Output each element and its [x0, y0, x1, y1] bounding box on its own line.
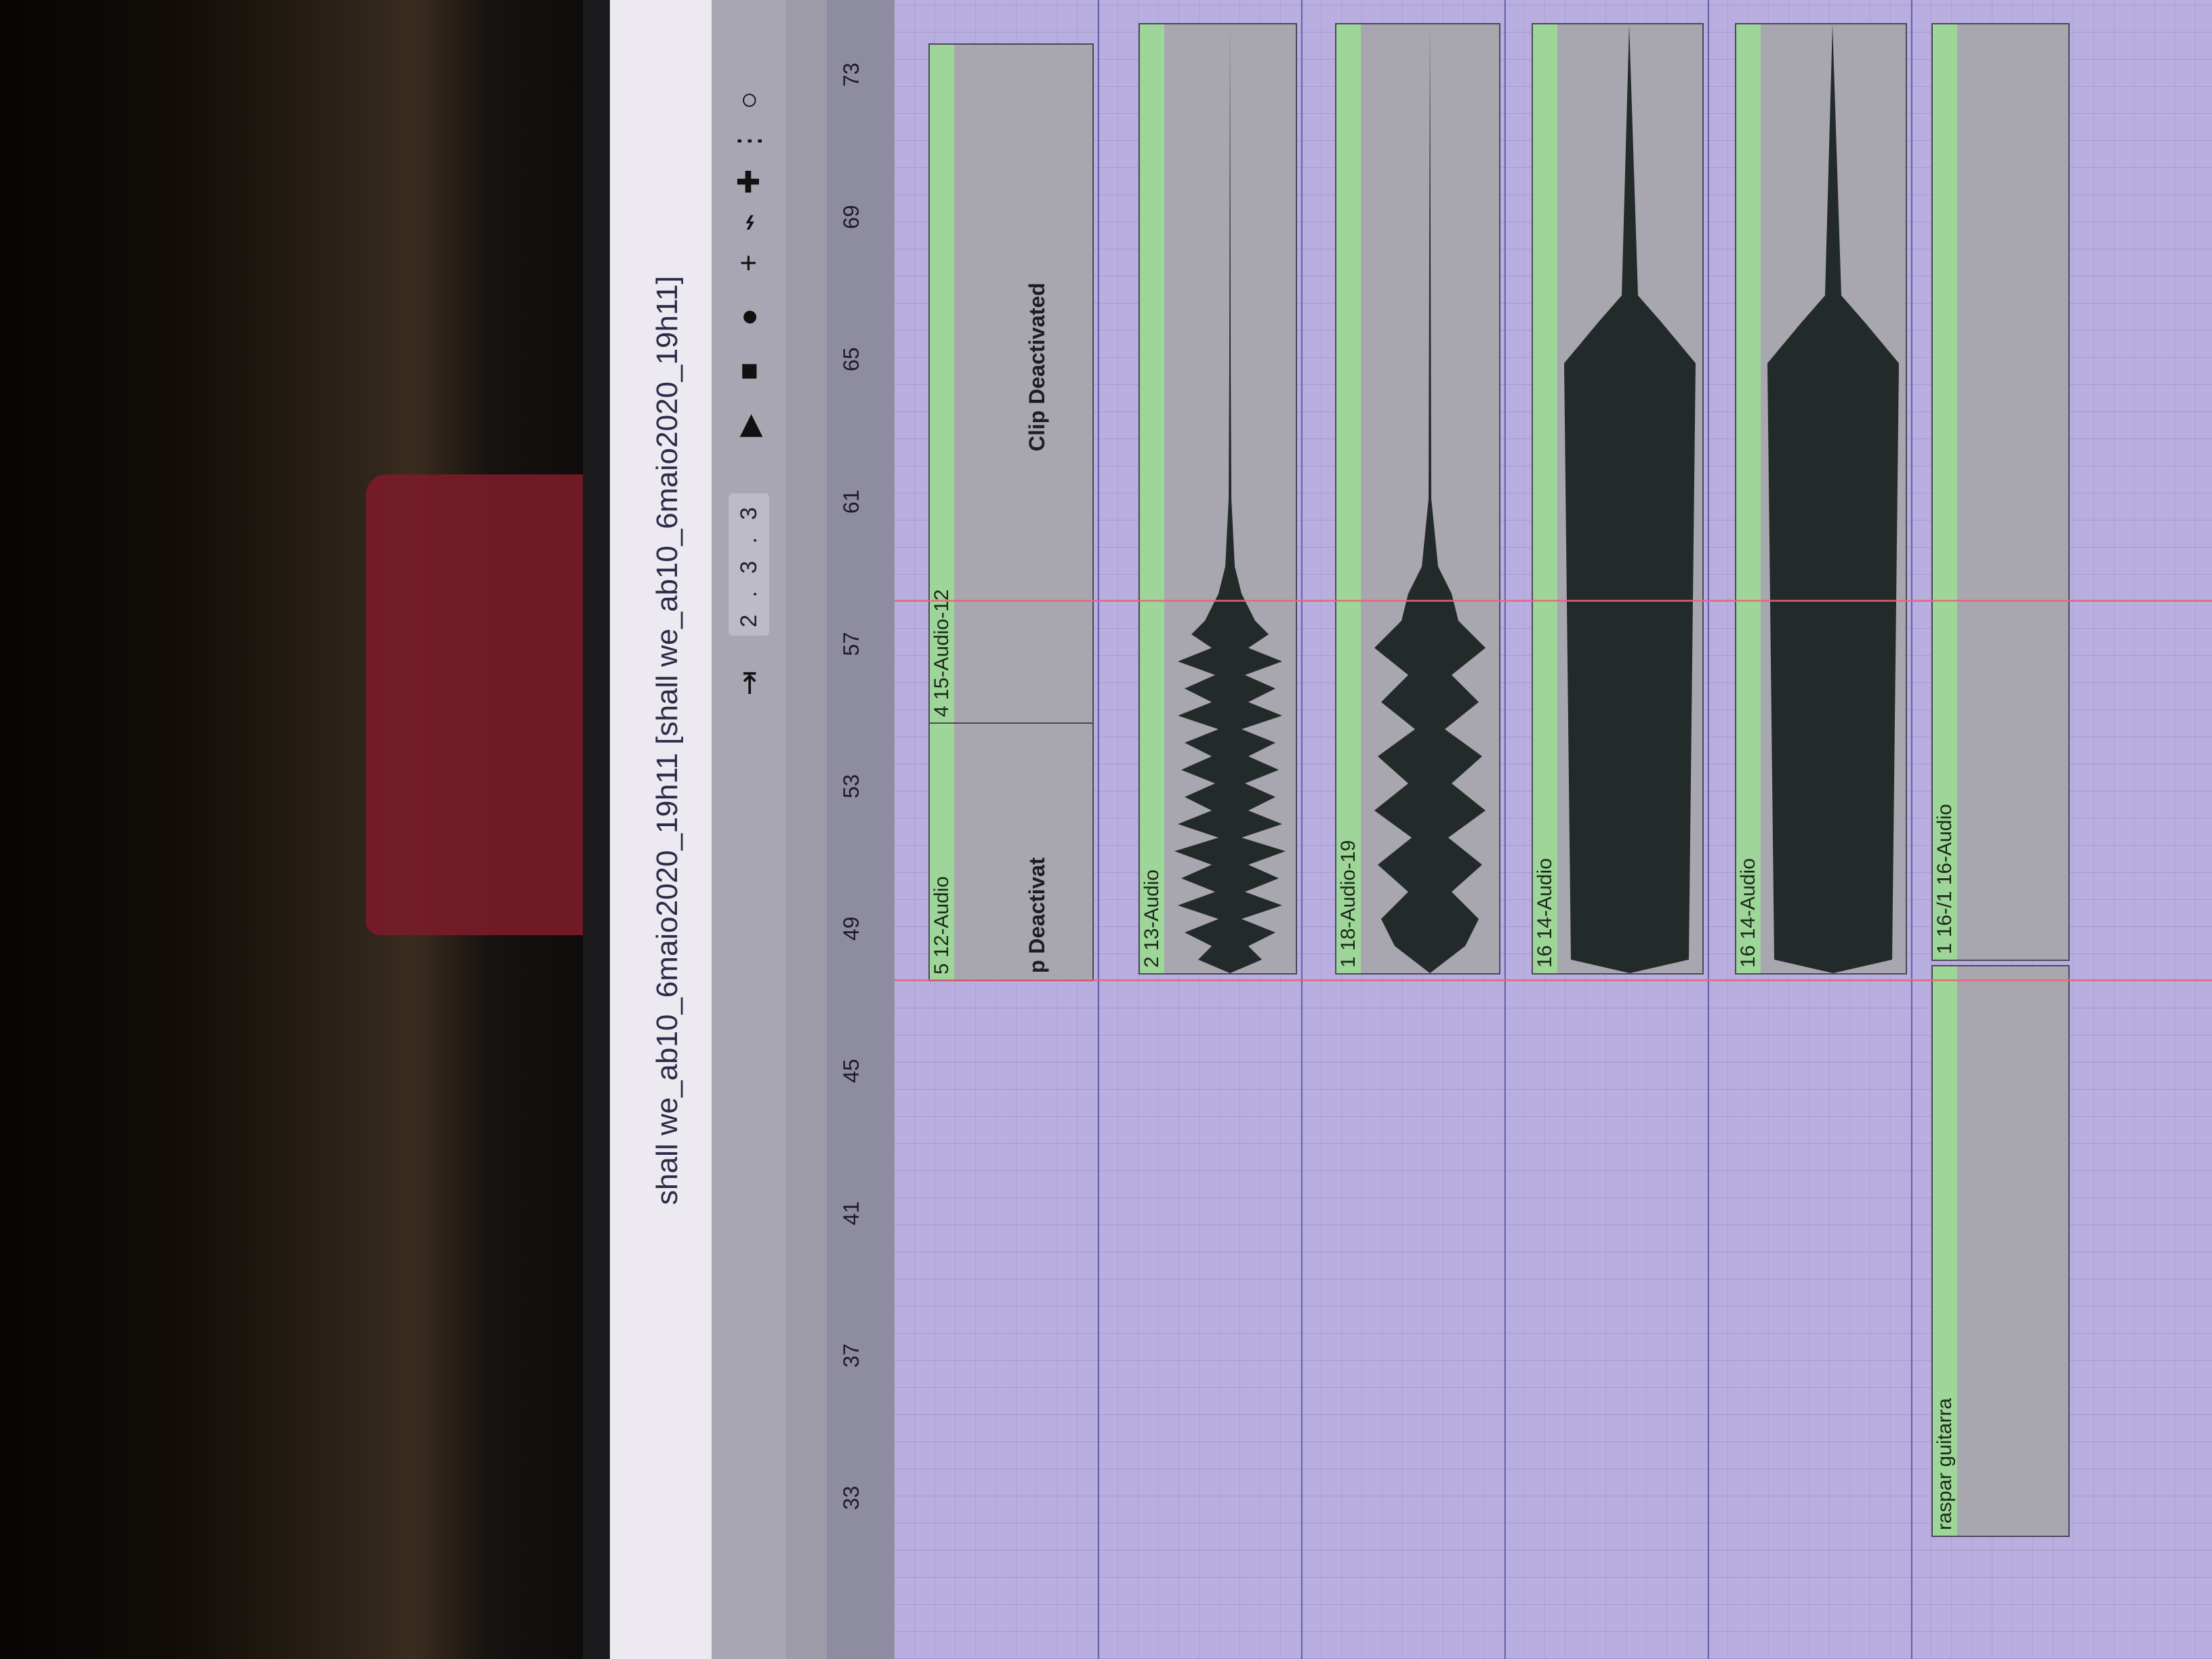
clip-label: raspar guitarra	[1933, 1397, 1956, 1530]
clip-13-audio[interactable]: 2 13-Audio	[1139, 23, 1297, 975]
clip-16-audio[interactable]: 1 16-/1 16-Audio	[1931, 23, 2070, 961]
clip-label: 1 16-/1 16-Audio	[1933, 804, 1956, 954]
clip-14-audio[interactable]: 16 14-Audio	[1735, 23, 1907, 975]
bar-61: 61	[839, 489, 863, 514]
waveform	[1374, 24, 1486, 973]
bar-33: 33	[839, 1486, 863, 1510]
clip-12-audio[interactable]: 5 12-Audio p Deactivat	[928, 721, 1094, 981]
overview-strip[interactable]	[786, 0, 827, 1659]
bar-57: 57	[839, 632, 863, 656]
arrangement-position[interactable]: 2 . 3 . 3	[729, 493, 769, 636]
bar-41: 41	[839, 1201, 863, 1225]
clip-label: 5 12-Audio	[930, 876, 953, 975]
clip-label: 16 14-Audio	[1737, 858, 1759, 968]
record-icon[interactable]: ●	[729, 297, 769, 337]
punch-icon[interactable]: ⋮	[729, 121, 769, 161]
follow-icon[interactable]: ⇥	[729, 663, 769, 703]
bar-73: 73	[839, 62, 863, 87]
add-cue-icon[interactable]: ✚	[729, 161, 769, 202]
stop-icon[interactable]: ■	[729, 351, 769, 392]
track-lane: 2 13-Audio	[1098, 0, 1303, 1659]
track-lane: raspar guitarra 1 16-/1 16-Audio	[1911, 0, 2212, 1659]
automation-icon[interactable]: ⌁	[729, 202, 769, 243]
add-icon[interactable]: +	[729, 243, 769, 283]
clip-label: 2 13-Audio	[1141, 869, 1163, 968]
track-lane: 1 18-Audio-19	[1301, 0, 1506, 1659]
loop-icon[interactable]: ○	[729, 80, 769, 121]
track-lane: 16 14-Audio	[1504, 0, 1709, 1659]
bar-49: 49	[839, 916, 863, 941]
window-title: shall we_ab10_6maio2020_19h11 [shall we_…	[651, 276, 684, 1205]
transport-toolbar: ⇥ 2 . 3 . 3 ▶ ■ ● + ⌁ ✚ ⋮ ○	[712, 0, 786, 1659]
clip-label: 16 14-Audio	[1534, 858, 1556, 968]
title-bar: shall we_ab10_6maio2020_19h11 [shall we_…	[610, 0, 712, 1659]
automation-line	[895, 600, 2212, 602]
bar-37: 37	[839, 1343, 863, 1368]
clip-deactivated-label: Clip Deactivated	[1025, 283, 1049, 451]
bar-53: 53	[839, 774, 863, 798]
waveform	[1564, 24, 1696, 973]
clip-label: 1 18-Audio-19	[1337, 840, 1359, 968]
automation-line	[895, 979, 2212, 981]
clip-label: 4 15-Audio-12	[930, 589, 953, 717]
arrangement-view[interactable]: 5 12-Audio p Deactivat 4 15-Audio-12 Cli…	[895, 0, 2212, 1659]
waveform	[1767, 24, 1899, 973]
monitor-screen: shall we_ab10_6maio2020_19h11 [shall we_…	[610, 0, 2212, 1659]
bar-45: 45	[839, 1059, 863, 1083]
bar-69: 69	[839, 205, 863, 229]
track-lane: 16 14-Audio	[1708, 0, 1912, 1659]
clip-14-audio[interactable]: 16 14-Audio	[1532, 23, 1704, 975]
ableton-window: shall we_ab10_6maio2020_19h11 [shall we_…	[610, 0, 2212, 1659]
clip-raspar-guitarra[interactable]: raspar guitarra	[1931, 965, 2070, 1537]
clip-deactivated-label: p Deactivat	[1025, 857, 1049, 973]
waveform	[1174, 24, 1286, 973]
clip-18-audio-19[interactable]: 1 18-Audio-19	[1335, 23, 1500, 975]
play-icon[interactable]: ▶	[729, 405, 769, 446]
bar-65: 65	[839, 347, 863, 371]
beat-time-ruler[interactable]: 33 37 41 45 49 53 57 61 65 69 73	[827, 0, 895, 1659]
clip-15-audio-12[interactable]: 4 15-Audio-12 Clip Deactivated	[928, 43, 1094, 724]
track-lane: 5 12-Audio p Deactivat 4 15-Audio-12 Cli…	[895, 0, 1099, 1659]
